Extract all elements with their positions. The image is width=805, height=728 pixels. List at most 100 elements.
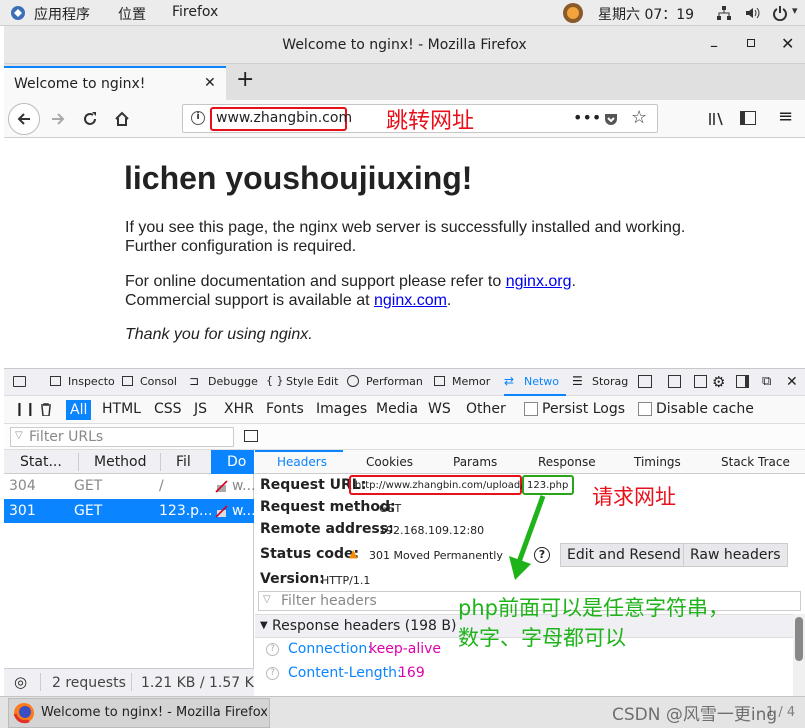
insecure-lock-icon (215, 505, 228, 518)
minimize-button[interactable]: – (710, 36, 718, 55)
back-button[interactable] (8, 103, 40, 135)
page-actions-icon[interactable]: ••• (573, 108, 601, 127)
toggle-panel-icon[interactable] (244, 430, 258, 442)
filter-other[interactable]: Other (466, 401, 506, 417)
detail-tab-stack-trace[interactable]: Stack Trace (721, 455, 790, 469)
close-tab-icon[interactable]: ✕ (204, 75, 216, 91)
filter-js[interactable]: JS (194, 401, 207, 417)
disable-cache-label[interactable]: Disable cache (656, 401, 754, 417)
library-icon[interactable] (708, 111, 726, 127)
maximize-button[interactable] (747, 39, 755, 47)
chevron-down-icon[interactable]: ▾ (792, 4, 798, 17)
version-label: Version: (260, 571, 325, 587)
info-icon[interactable]: i (191, 111, 205, 125)
pick-element-icon[interactable] (13, 376, 26, 387)
applications-menu[interactable]: 应用程序 (34, 4, 90, 24)
network-icon[interactable] (716, 5, 732, 21)
remote-address-label: Remote address: (260, 521, 394, 537)
detail-tab-timings[interactable]: Timings (634, 455, 681, 469)
dock-side-icon[interactable] (736, 375, 749, 388)
col-method[interactable]: Method (94, 454, 147, 470)
scrollbar-thumb[interactable] (795, 617, 803, 661)
responsive-design-icon[interactable] (668, 375, 681, 388)
request-method-value: GET (379, 502, 402, 515)
workspace-indicator[interactable]: 1 / 4 (766, 705, 795, 720)
tool-tab-style-editor[interactable]: { } Style Edit (266, 374, 340, 390)
col-domain[interactable]: Do (211, 450, 254, 474)
col-file[interactable]: Fil (176, 454, 191, 470)
filter-xhr[interactable]: XHR (224, 401, 254, 417)
pocket-icon[interactable] (603, 111, 619, 127)
raw-headers-button[interactable]: Raw headers (683, 543, 788, 567)
col-status[interactable]: Stat... (20, 454, 62, 470)
tab-nginx[interactable]: Welcome to nginx! ✕ (4, 66, 226, 100)
tool-tab-storage[interactable]: ☰ Storag (572, 374, 634, 390)
detail-tab-headers[interactable]: Headers (277, 455, 327, 469)
close-window-button[interactable]: ✕ (781, 34, 794, 53)
hamburger-menu-icon[interactable]: ≡ (778, 108, 793, 126)
persist-logs-label[interactable]: Persist Logs (542, 401, 625, 417)
screenshot-icon[interactable] (694, 375, 707, 388)
sidebar-icon[interactable] (740, 111, 756, 125)
row-file: 123.p... (159, 503, 213, 519)
performance-icon (347, 375, 359, 387)
apps-icon (10, 5, 26, 21)
detail-tab-cookies[interactable]: Cookies (366, 455, 413, 469)
nginx-com-link[interactable]: nginx.com (374, 292, 447, 309)
settings-gear-icon[interactable]: ⚙ (712, 373, 725, 391)
warning-triangle-icon: ▲ (349, 547, 358, 560)
tool-tab-console[interactable]: Consol (120, 374, 182, 390)
pause-icon[interactable]: ❙❙ (14, 402, 36, 417)
table-row[interactable]: 304 GET / w... (4, 474, 256, 498)
table-row-selected[interactable]: 301 GET 123.p... w... (4, 499, 256, 523)
places-menu[interactable]: 位置 (118, 4, 146, 24)
help-icon[interactable]: ? (266, 643, 279, 656)
reload-icon[interactable] (82, 111, 98, 127)
detail-tab-underline (255, 450, 343, 452)
tool-tab-debugger[interactable]: ⊐ Debugge (188, 374, 260, 390)
row-method: GET (74, 478, 103, 494)
persist-logs-checkbox[interactable] (524, 402, 538, 416)
filter-urls-row: ▽ Filter URLs (4, 424, 805, 450)
paragraph-2: For online documentation and support ple… (125, 272, 576, 310)
help-icon[interactable]: ? (266, 667, 279, 680)
tool-tab-inspector[interactable]: Inspecto (48, 374, 114, 390)
filter-ws[interactable]: WS (428, 401, 451, 417)
filter-all[interactable]: All (66, 400, 92, 420)
new-tab-button[interactable]: + (236, 67, 254, 92)
performance-analysis-icon[interactable]: ◎ (14, 673, 27, 691)
filter-media[interactable]: Media (376, 401, 418, 417)
bookmark-star-icon[interactable]: ☆ (631, 107, 647, 128)
more-tools-icon[interactable] (638, 375, 652, 388)
taskbar-window-button[interactable]: Welcome to nginx! - Mozilla Firefox (8, 698, 270, 728)
filter-urls-input[interactable]: ▽ Filter URLs (10, 427, 234, 447)
tool-tab-memory[interactable]: Memor (432, 374, 498, 390)
filter-html[interactable]: HTML (102, 401, 141, 417)
filter-images[interactable]: Images (316, 401, 367, 417)
request-url-annotation: 请求网址 (592, 485, 676, 509)
edit-resend-button[interactable]: Edit and Resend (560, 543, 688, 567)
taskbar: Welcome to nginx! - Mozilla Firefox CSDN… (0, 696, 805, 728)
trash-icon[interactable] (40, 403, 52, 417)
request-details: Headers Cookies Params Response Timings … (255, 450, 805, 696)
filter-fonts[interactable]: Fonts (266, 401, 304, 417)
remote-address-value: 192.168.109.12:80 (379, 524, 485, 537)
disable-cache-checkbox[interactable] (638, 402, 652, 416)
filter-headers-placeholder: Filter headers (281, 593, 377, 609)
filter-css[interactable]: CSS (154, 401, 182, 417)
power-icon[interactable] (772, 5, 788, 22)
volume-icon[interactable] (744, 5, 760, 21)
clock[interactable]: 星期六 07：19 (598, 4, 694, 24)
close-devtools-icon[interactable]: ✕ (786, 374, 798, 390)
firefox-app-menu[interactable]: Firefox (172, 4, 218, 20)
forward-button[interactable] (50, 111, 66, 127)
detail-tab-response[interactable]: Response (538, 455, 596, 469)
detail-tab-params[interactable]: Params (453, 455, 497, 469)
details-scrollbar[interactable] (793, 614, 805, 696)
home-icon[interactable] (114, 111, 130, 127)
nginx-org-link[interactable]: nginx.org (506, 273, 572, 290)
url-text[interactable]: www.zhangbin.com (216, 110, 352, 126)
tool-tab-network[interactable]: ⇄ Netwo (504, 374, 568, 390)
separate-window-icon[interactable]: ⧉ (762, 374, 771, 389)
tool-tab-performance[interactable]: Performan (346, 374, 426, 390)
